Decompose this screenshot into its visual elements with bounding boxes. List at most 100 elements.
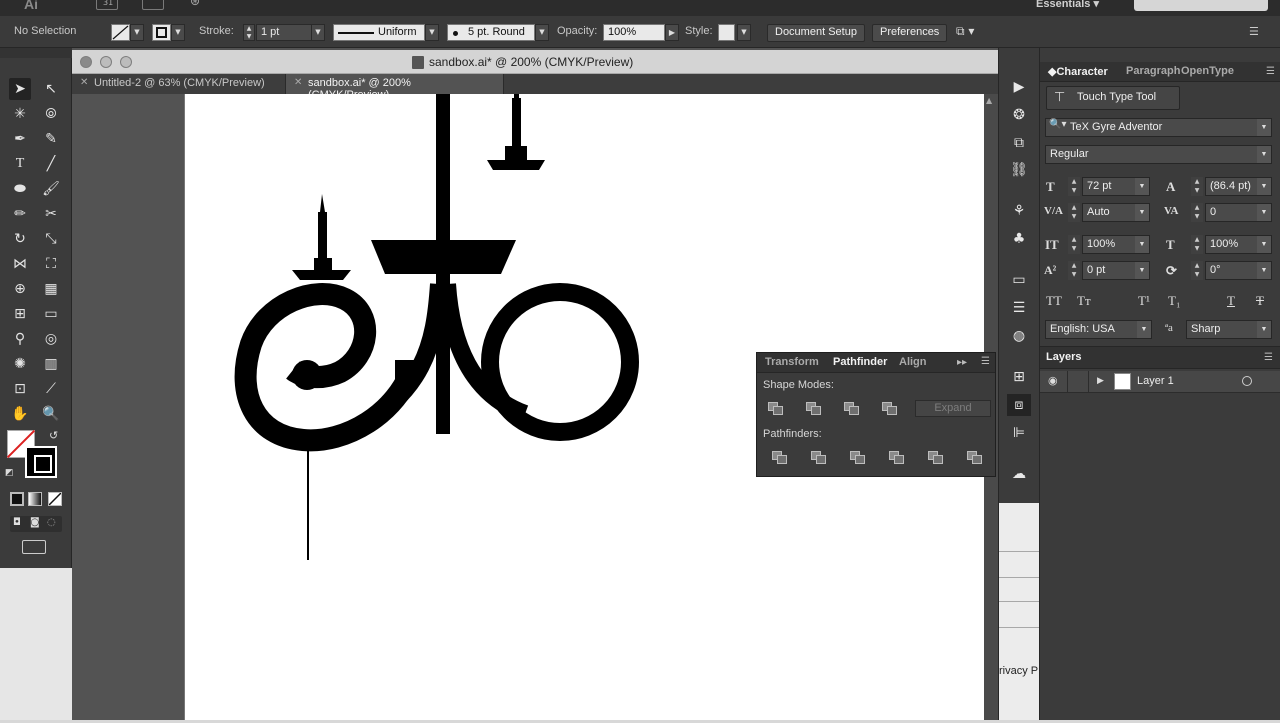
expand-button[interactable]: Expand	[915, 400, 991, 417]
none-mode-icon[interactable]	[48, 492, 62, 506]
arrange-icon[interactable]: ⧉ ▾	[956, 24, 974, 39]
column-graph-tool-icon[interactable]: ▥	[40, 353, 62, 375]
default-colors-icon[interactable]: ◩	[5, 468, 14, 478]
tab-character[interactable]: ◆Character	[1048, 65, 1108, 78]
vertical-scale-stepper[interactable]: ▲ ▼	[1068, 235, 1080, 254]
draw-normal-icon[interactable]: ◘	[13, 517, 21, 528]
curvature-tool-icon[interactable]: ✎	[40, 128, 62, 150]
pen-tool-icon[interactable]: ✒	[9, 128, 31, 150]
blend-tool-icon[interactable]: ◎	[40, 328, 62, 350]
slice-tool-icon[interactable]: ⟋	[40, 378, 62, 400]
align-panel-icon[interactable]: ⊫	[1007, 422, 1031, 444]
zoom-window-button[interactable]	[120, 56, 132, 68]
ellipse-tool-icon[interactable]: ⬬	[9, 178, 31, 200]
panel-collapse-icon[interactable]: ▸▸	[957, 357, 967, 368]
font-size-stepper[interactable]: ▲ ▼	[1068, 177, 1080, 196]
subscript-icon[interactable]: T₁	[1168, 293, 1180, 309]
visibility-eye-icon[interactable]: ◉	[1048, 374, 1058, 387]
panel-menu-icon[interactable]: ☰	[981, 356, 990, 367]
unite-icon[interactable]	[768, 402, 784, 416]
gpu-performance-icon[interactable]: ⊛	[190, 0, 200, 8]
leading-input[interactable]: (86.4 pt) ▼	[1205, 177, 1272, 196]
stroke-stepper[interactable]: ▲ ▼	[243, 24, 255, 41]
panel-menu-icon[interactable]: ☰	[1249, 25, 1259, 38]
screen-mode-icon[interactable]	[22, 540, 46, 554]
layer-row[interactable]: ◉ ▶ Layer 1	[1040, 371, 1280, 393]
close-tab-icon[interactable]: ✕	[80, 77, 88, 88]
stroke-color-box[interactable]	[25, 446, 57, 478]
horizontal-scale-input[interactable]: 100% ▼	[1205, 235, 1272, 254]
scissors-tool-icon[interactable]: ✂	[40, 203, 62, 225]
brush-dropdown[interactable]: ▼	[535, 24, 549, 41]
kerning-stepper[interactable]: ▲ ▼	[1068, 203, 1080, 222]
rotation-stepper[interactable]: ▲ ▼	[1191, 261, 1203, 280]
scroll-up-icon[interactable]: ▲	[986, 96, 992, 105]
preferences-button[interactable]: Preferences	[872, 24, 948, 42]
lasso-tool-icon[interactable]: ⦾	[40, 103, 62, 125]
baseline-shift-stepper[interactable]: ▲ ▼	[1068, 261, 1080, 280]
tab-transform[interactable]: Transform	[765, 356, 819, 368]
tools-grip[interactable]	[0, 48, 72, 58]
intersect-icon[interactable]	[844, 402, 860, 416]
opacity-input[interactable]: 100%	[603, 24, 665, 41]
paintbrush-tool-icon[interactable]: 🖌	[40, 178, 62, 200]
magic-wand-tool-icon[interactable]: ✳	[9, 103, 31, 125]
profile-dropdown[interactable]: ▼	[425, 24, 439, 41]
links-icon[interactable]: ⛓	[1007, 159, 1031, 181]
language-dropdown[interactable]: English: USA ▼	[1045, 320, 1152, 339]
gradient-tool-icon[interactable]: ▭	[40, 303, 62, 325]
panel-menu-icon[interactable]: ☰	[1266, 66, 1275, 77]
fill-swatch[interactable]	[111, 24, 130, 41]
kerning-input[interactable]: Auto ▼	[1082, 203, 1150, 222]
gradient-mode-icon[interactable]	[28, 492, 42, 506]
panel-menu-icon[interactable]: ☰	[1264, 352, 1273, 363]
crop-icon[interactable]	[889, 451, 905, 465]
character-rotation-input[interactable]: 0° ▼	[1205, 261, 1272, 280]
draw-behind-icon[interactable]: ◙	[30, 517, 40, 528]
shape-builder-tool-icon[interactable]: ⊕	[9, 278, 31, 300]
layer-name[interactable]: Layer 1	[1137, 375, 1174, 387]
horizontal-scale-stepper[interactable]: ▲ ▼	[1191, 235, 1203, 254]
minimize-window-button[interactable]	[100, 56, 112, 68]
trim-icon[interactable]	[811, 451, 827, 465]
all-caps-icon[interactable]: TT	[1046, 293, 1062, 309]
touch-type-tool-button[interactable]: Touch Type Tool	[1046, 86, 1180, 110]
expand-layer-icon[interactable]: ▶	[1097, 376, 1104, 386]
exclude-icon[interactable]	[882, 402, 898, 416]
fill-dropdown[interactable]: ▼	[130, 24, 144, 41]
stroke-weight-dropdown[interactable]: ▼	[311, 24, 325, 41]
vertical-scale-input[interactable]: 100% ▼	[1082, 235, 1150, 254]
bridge-icon[interactable]: 31	[96, 0, 118, 10]
symbols-icon[interactable]: ♣	[1007, 228, 1031, 250]
draw-inside-icon[interactable]: ◌	[47, 517, 56, 528]
rotate-tool-icon[interactable]: ↻	[9, 228, 31, 250]
tab-sandbox[interactable]: ✕sandbox.ai* @ 200% (CMYK/Preview)	[286, 74, 504, 101]
anti-aliasing-dropdown[interactable]: Sharp ▼	[1186, 320, 1272, 339]
play-action-icon[interactable]: ▶	[1007, 76, 1031, 98]
mesh-tool-icon[interactable]: ⊞	[9, 303, 31, 325]
gradient-panel-icon[interactable]: ▭	[1007, 269, 1031, 291]
baseline-shift-input[interactable]: 0 pt ▼	[1082, 261, 1150, 280]
width-tool-icon[interactable]: ⋈	[9, 253, 31, 275]
artboard-tool-icon[interactable]: ⊡	[9, 378, 31, 400]
leading-stepper[interactable]: ▲ ▼	[1191, 177, 1203, 196]
divide-icon[interactable]	[772, 451, 788, 465]
symbol-sprayer-tool-icon[interactable]: ✺	[9, 353, 31, 375]
tab-untitled-2[interactable]: ✕ Untitled-2 @ 63% (CMYK/Preview)	[72, 74, 286, 94]
strikethrough-icon[interactable]: T	[1256, 293, 1264, 309]
transform-panel-icon[interactable]: ⊞	[1007, 366, 1031, 388]
font-size-input[interactable]: 72 pt ▼	[1082, 177, 1150, 196]
small-caps-icon[interactable]: Tт	[1077, 293, 1091, 309]
appearance-icon[interactable]: ◍	[1007, 325, 1031, 347]
direct-selection-tool-icon[interactable]: ↖	[40, 78, 62, 100]
opacity-arrow[interactable]: ▶	[665, 24, 679, 41]
tracking-stepper[interactable]: ▲ ▼	[1191, 203, 1203, 222]
zoom-tool-icon[interactable]: 🔍	[40, 403, 62, 425]
style-swatch[interactable]	[718, 24, 735, 41]
font-style-dropdown[interactable]: Regular ▼	[1045, 145, 1272, 164]
hand-tool-icon[interactable]: ✋	[9, 403, 31, 425]
document-setup-button[interactable]: Document Setup	[767, 24, 865, 42]
style-dropdown[interactable]: ▼	[737, 24, 751, 41]
tab-opentype[interactable]: OpenType	[1181, 65, 1234, 77]
color-guide-icon[interactable]: ❂	[1007, 104, 1031, 126]
